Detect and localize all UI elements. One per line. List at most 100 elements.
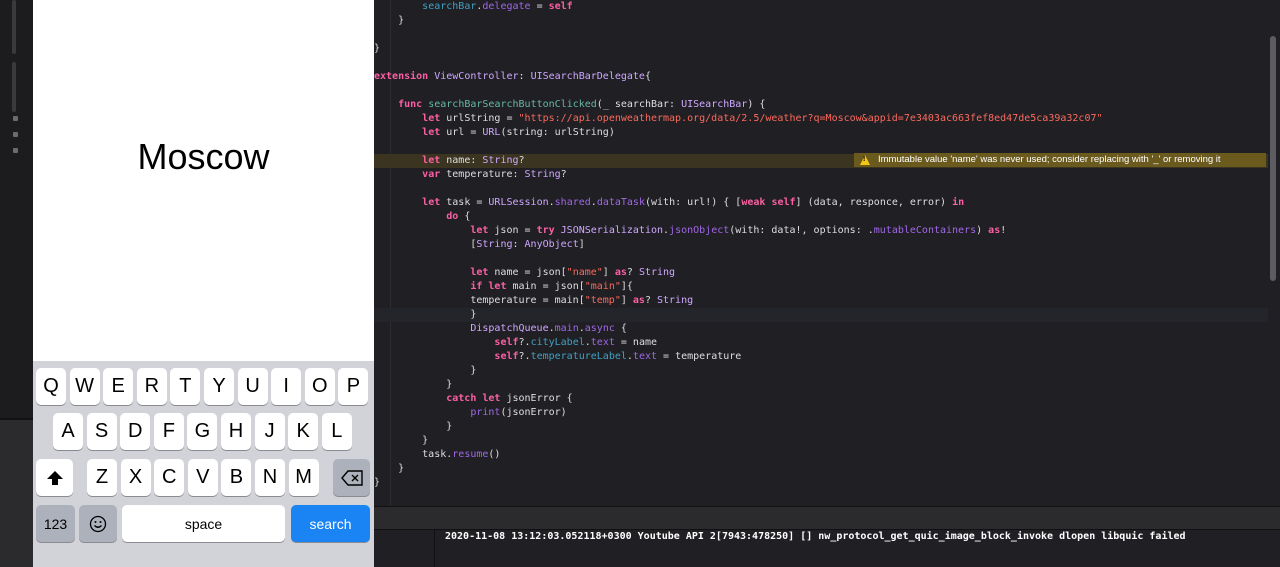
code-line[interactable]: DispatchQueue.main.async {: [374, 322, 1268, 336]
code-line[interactable]: }: [374, 364, 1268, 378]
code-line[interactable]: }: [374, 378, 1268, 392]
key-v[interactable]: V: [187, 459, 218, 496]
key-l[interactable]: L: [321, 413, 352, 450]
key-j[interactable]: J: [254, 413, 285, 450]
code-line[interactable]: let urlString = "https://api.openweather…: [374, 112, 1268, 126]
code-line[interactable]: print(jsonError): [374, 406, 1268, 420]
key-q[interactable]: Q: [36, 368, 66, 405]
code-token: let: [422, 155, 441, 166]
code-token: url =: [440, 127, 483, 138]
code-token: searchBar: [422, 1, 477, 12]
key-b[interactable]: B: [221, 459, 252, 496]
space-key[interactable]: space: [122, 505, 285, 542]
shift-key[interactable]: [36, 459, 73, 496]
code-line[interactable]: }: [374, 42, 1268, 56]
key-n[interactable]: N: [255, 459, 285, 496]
key-e[interactable]: E: [103, 368, 134, 405]
code-line[interactable]: self?.cityLabel.text = name: [374, 336, 1268, 350]
keyboard-row-4: 123 space search: [33, 505, 374, 542]
key-p[interactable]: P: [338, 368, 369, 405]
numbers-key[interactable]: 123: [36, 505, 75, 542]
code-line[interactable]: do {: [374, 210, 1268, 224]
code-editor[interactable]: searchBar.delegate = self }} extension Vi…: [374, 0, 1280, 506]
code-line[interactable]: if let main = json["main"]{: [374, 280, 1268, 294]
key-s[interactable]: S: [86, 413, 117, 450]
code-token: }: [374, 463, 405, 474]
delete-key[interactable]: [333, 459, 370, 496]
key-c[interactable]: C: [154, 459, 185, 496]
code-line[interactable]: let name = json["name"] as? String: [374, 266, 1268, 280]
key-a[interactable]: A: [53, 413, 83, 450]
code-token: ?: [518, 155, 525, 166]
key-d[interactable]: D: [120, 413, 151, 450]
key-k[interactable]: K: [288, 413, 319, 450]
code-line[interactable]: [374, 182, 1268, 196]
code-line[interactable]: var temperature: String?: [374, 168, 1268, 182]
code-line[interactable]: catch let jsonError {: [374, 392, 1268, 406]
key-y[interactable]: Y: [204, 368, 234, 405]
key-w[interactable]: W: [69, 368, 100, 405]
key-h[interactable]: H: [221, 413, 251, 450]
code-token: ?.: [518, 351, 531, 362]
code-line[interactable]: temperature = main["temp"] as? String: [374, 294, 1268, 308]
key-x[interactable]: X: [120, 459, 151, 496]
code-line[interactable]: let task = URLSession.shared.dataTask(wi…: [374, 196, 1268, 210]
key-m[interactable]: M: [288, 459, 319, 496]
code-line[interactable]: [String: AnyObject]: [374, 238, 1268, 252]
keyboard-row-1: QWERTYUIOP: [33, 368, 374, 405]
key-o[interactable]: O: [304, 368, 335, 405]
code-token: resume: [452, 449, 489, 460]
code-token: jsonError {: [500, 393, 573, 404]
strip-handle-middle[interactable]: [12, 62, 16, 112]
code-token: let: [422, 197, 441, 208]
key-z[interactable]: Z: [87, 459, 117, 496]
warning-annotation[interactable]: ! Immutable value 'name' was never used;…: [854, 153, 1266, 167]
editor-scrollbar[interactable]: [1270, 36, 1276, 281]
code-line[interactable]: [374, 140, 1268, 154]
strip-dot: [13, 148, 18, 153]
code-line[interactable]: self?.temperatureLabel.text = temperatur…: [374, 350, 1268, 364]
code-line[interactable]: }: [374, 462, 1268, 476]
code-token: task =: [440, 197, 489, 208]
strip-handle-top[interactable]: [12, 0, 16, 54]
code-token: func: [398, 99, 423, 110]
code-token: ]: [602, 267, 615, 278]
code-token: self: [494, 351, 519, 362]
code-line[interactable]: [374, 56, 1268, 70]
key-i[interactable]: I: [271, 368, 302, 405]
code-token: ?: [626, 267, 639, 278]
code-token: }: [374, 421, 453, 432]
code-line[interactable]: task.resume(): [374, 448, 1268, 462]
code-line[interactable]: extension ViewController: UISearchBarDel…: [374, 70, 1268, 84]
code-line[interactable]: }: [374, 476, 1268, 490]
code-token: do: [446, 211, 459, 222]
code-line[interactable]: [374, 252, 1268, 266]
key-g[interactable]: G: [187, 413, 218, 450]
code-line[interactable]: }: [374, 308, 1268, 322]
key-t[interactable]: T: [170, 368, 201, 405]
search-key[interactable]: search: [291, 505, 370, 542]
code-token: String: [656, 295, 694, 306]
code-token: {: [614, 323, 627, 334]
key-f[interactable]: F: [153, 413, 184, 450]
code-line[interactable]: searchBar.delegate = self: [374, 0, 1268, 14]
code-token: as: [632, 295, 645, 306]
key-r[interactable]: R: [136, 368, 167, 405]
code-token: in: [952, 197, 965, 208]
console-log-line: 2020-11-08 13:12:03.052118+0300 Youtube …: [445, 531, 1186, 542]
code-line[interactable]: }: [374, 434, 1268, 448]
code-line[interactable]: let json = try JSONSerialization.jsonObj…: [374, 224, 1268, 238]
emoji-key[interactable]: [79, 505, 117, 542]
key-u[interactable]: U: [237, 368, 268, 405]
code-line[interactable]: [374, 28, 1268, 42]
code-line[interactable]: let url = URL(string: urlString): [374, 126, 1268, 140]
code-line[interactable]: func searchBarSearchButtonClicked(_ sear…: [374, 98, 1268, 112]
code-line[interactable]: }: [374, 420, 1268, 434]
code-line[interactable]: }: [374, 14, 1268, 28]
code-line[interactable]: [374, 84, 1268, 98]
